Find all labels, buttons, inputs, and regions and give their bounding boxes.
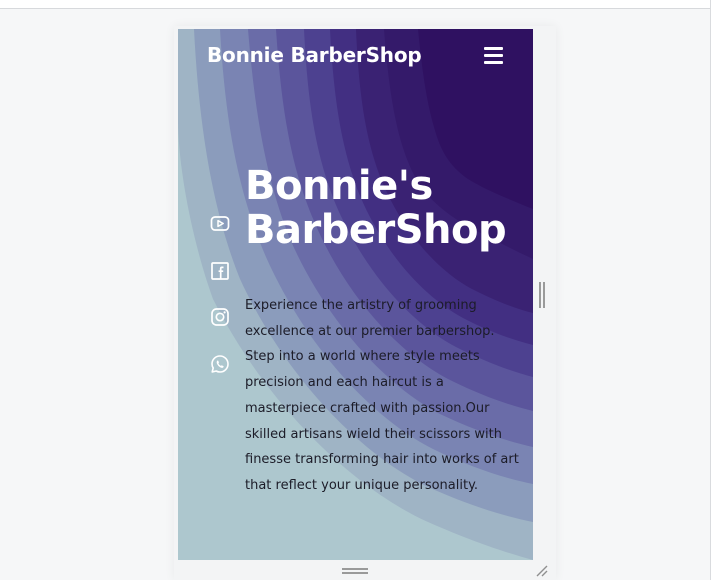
whatsapp-icon[interactable] [209,353,231,375]
hero-title-line-2: BarberShop [245,207,507,253]
youtube-icon[interactable] [209,213,231,235]
hero-title-line-1: Bonnie's [245,163,433,209]
instagram-icon[interactable] [209,306,231,328]
corner-resize-grip-icon[interactable] [535,563,549,577]
facebook-icon[interactable] [209,260,231,282]
vertical-resize-handle[interactable] [342,568,368,574]
top-toolbar [0,0,711,9]
horizontal-resize-handle[interactable] [539,282,545,308]
brand-logo[interactable]: Bonnie BarberShop [207,43,422,67]
mobile-viewport: Bonnie BarberShop Bonnie's BarberShop Ex… [178,29,533,560]
navbar: Bonnie BarberShop [178,29,533,85]
hero-description: Experience the artistry of grooming exce… [245,298,519,493]
hamburger-menu-icon[interactable] [484,47,504,64]
hero-title: Bonnie's BarberShop [245,164,530,252]
